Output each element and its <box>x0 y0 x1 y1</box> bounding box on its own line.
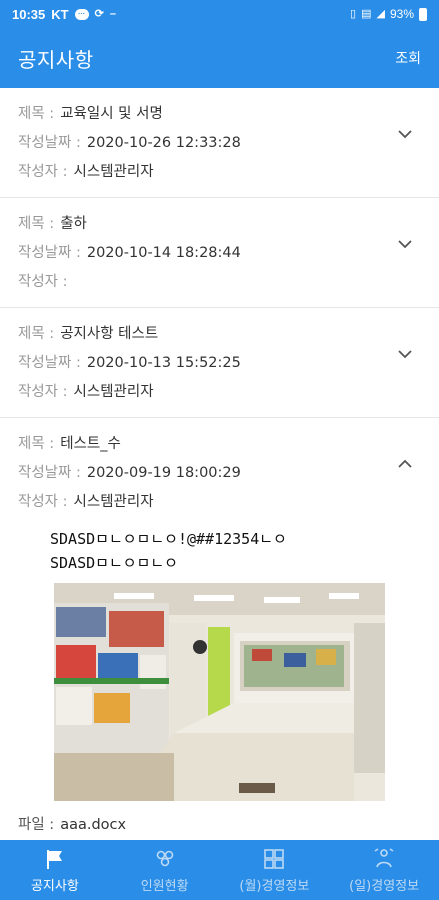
title-label: 제목 : <box>18 216 55 232</box>
notice-item[interactable]: 제목 : 교육일시 및 서명 작성날짜 :2020-10-26 12:33:28 … <box>0 88 439 198</box>
tab-notice[interactable]: 공지사항 <box>0 840 110 900</box>
notice-item-expanded[interactable]: 제목 : 테스트_수 작성날짜 : 2020-09-19 18:00:29 작성자 … <box>0 418 439 840</box>
chevron-down-icon[interactable] <box>397 236 413 252</box>
tab-label: 인원현황 <box>140 878 189 894</box>
notice-title-row: 제목 : 교육일시 및 서명 <box>18 100 421 129</box>
notice-author-row: 작성자 : 시스템관리자 <box>18 378 421 407</box>
date-label: 작성날짜 : <box>18 135 81 151</box>
status-time: 10:35 <box>12 6 46 22</box>
author-label: 작성자 : <box>18 274 68 290</box>
notice-author: 시스템관리자 <box>73 494 154 510</box>
tab-label: (월)경영정보 <box>239 878 310 894</box>
notice-body: SDASDㅁㄴㅇㅁㄴㅇ!@##12354ㄴㅇ SDASDㅁㄴㅇㅁㄴㅇ <box>18 517 421 575</box>
chevron-up-icon[interactable] <box>397 456 413 472</box>
notice-title-row: 제목 : 테스트_수 <box>18 430 421 459</box>
notice-author: 시스템관리자 <box>73 164 154 180</box>
notice-date-row: 작성날짜 : 2020-10-14 18:28:44 <box>18 239 421 268</box>
chevron-down-icon[interactable] <box>397 346 413 362</box>
date-label: 작성날짜 : <box>18 465 81 481</box>
file-row: 파일 : aaa.docx <box>18 811 421 840</box>
battery-icon <box>419 7 427 21</box>
notice-author-row: 작성자 : 시스템관리자 <box>18 488 421 517</box>
status-carrier: KT <box>51 6 69 22</box>
notice-item[interactable]: 제목 : 출하 작성날짜 : 2020-10-14 18:28:44 작성자 : <box>0 198 439 308</box>
tab-personnel[interactable]: 인원현황 <box>110 840 220 900</box>
file-link[interactable]: aaa.docx <box>60 817 126 833</box>
tab-label: 공지사항 <box>30 878 79 894</box>
people-icon <box>156 850 173 866</box>
notice-title: 테스트_수 <box>60 436 121 452</box>
notice-title: 출하 <box>60 216 87 232</box>
notice-title-row: 제목 : 출하 <box>18 210 421 239</box>
dash-icon: – <box>109 7 116 20</box>
author-label: 작성자 : <box>18 164 68 180</box>
notice-author-row: 작성자 : 시스템관리자 <box>18 158 421 187</box>
tab-daily-info[interactable]: (일)경영정보 <box>329 840 439 900</box>
notice-date: 2020-10-26 12:33:28 <box>86 135 241 151</box>
search-button[interactable]: 조회 <box>395 48 421 68</box>
title-label: 제목 : <box>18 326 55 342</box>
flag-icon <box>46 849 62 869</box>
status-bar: 10:35 KT ··· ⟳ – ▯ ▤ ◢ 93% <box>0 0 439 28</box>
notice-item[interactable]: 제목 : 공지사항 테스트 작성날짜 : 2020-10-13 15:52:25 작… <box>0 308 439 418</box>
vibrate-icon: ▯ <box>350 7 357 20</box>
battery-percent: 93% <box>389 7 414 21</box>
dashboard-icon <box>264 848 285 869</box>
notice-author: 시스템관리자 <box>73 384 154 400</box>
title-label: 제목 : <box>18 436 55 452</box>
notice-body-line: SDASDㅁㄴㅇㅁㄴㅇ!@##12354ㄴㅇ <box>50 530 287 548</box>
message-icon: ··· <box>74 8 89 20</box>
title-label: 제목 : <box>18 106 55 122</box>
tab-label: (일)경영정보 <box>349 878 420 894</box>
notice-date-row: 작성날짜 : 2020-10-13 15:52:25 <box>18 349 421 378</box>
author-label: 작성자 : <box>18 384 68 400</box>
wifi-lte-icon: ▤ <box>361 7 372 20</box>
notice-date-row: 작성날짜 : 2020-10-26 12:33:28 <box>18 129 421 158</box>
notice-title-row: 제목 : 공지사항 테스트 <box>18 320 421 349</box>
file-label: 파일 : <box>18 817 55 833</box>
app-bar: 공지사항 조회 <box>0 28 439 88</box>
classroom-image <box>54 583 385 801</box>
tab-monthly-info[interactable]: (월)경영정보 <box>220 840 330 900</box>
chart-person-icon <box>374 847 394 867</box>
notice-body-line: SDASDㅁㄴㅇㅁㄴㅇ <box>50 554 178 572</box>
bottom-nav: 공지사항 인원현황 (월)경영정보 (일)경영정보 <box>0 840 439 900</box>
notice-date: 2020-10-14 18:28:44 <box>86 245 241 261</box>
sync-icon: ⟳ <box>94 7 104 20</box>
notice-date-row: 작성날짜 : 2020-09-19 18:00:29 <box>18 459 421 488</box>
page-title: 공지사항 <box>18 47 94 72</box>
notice-date: 2020-09-19 18:00:29 <box>86 465 241 481</box>
date-label: 작성날짜 : <box>18 355 81 371</box>
date-label: 작성날짜 : <box>18 245 81 261</box>
chevron-down-icon[interactable] <box>397 126 413 142</box>
attached-photo <box>54 583 385 801</box>
author-label: 작성자 : <box>18 494 68 510</box>
notice-title: 교육일시 및 서명 <box>60 106 163 122</box>
notice-list[interactable]: 제목 : 교육일시 및 서명 작성날짜 :2020-10-26 12:33:28 … <box>0 88 439 840</box>
signal-icon: ◢ <box>376 7 385 20</box>
notice-date: 2020-10-13 15:52:25 <box>86 355 241 371</box>
notice-title: 공지사항 테스트 <box>60 326 159 342</box>
notice-author-row: 작성자 : <box>18 268 421 297</box>
